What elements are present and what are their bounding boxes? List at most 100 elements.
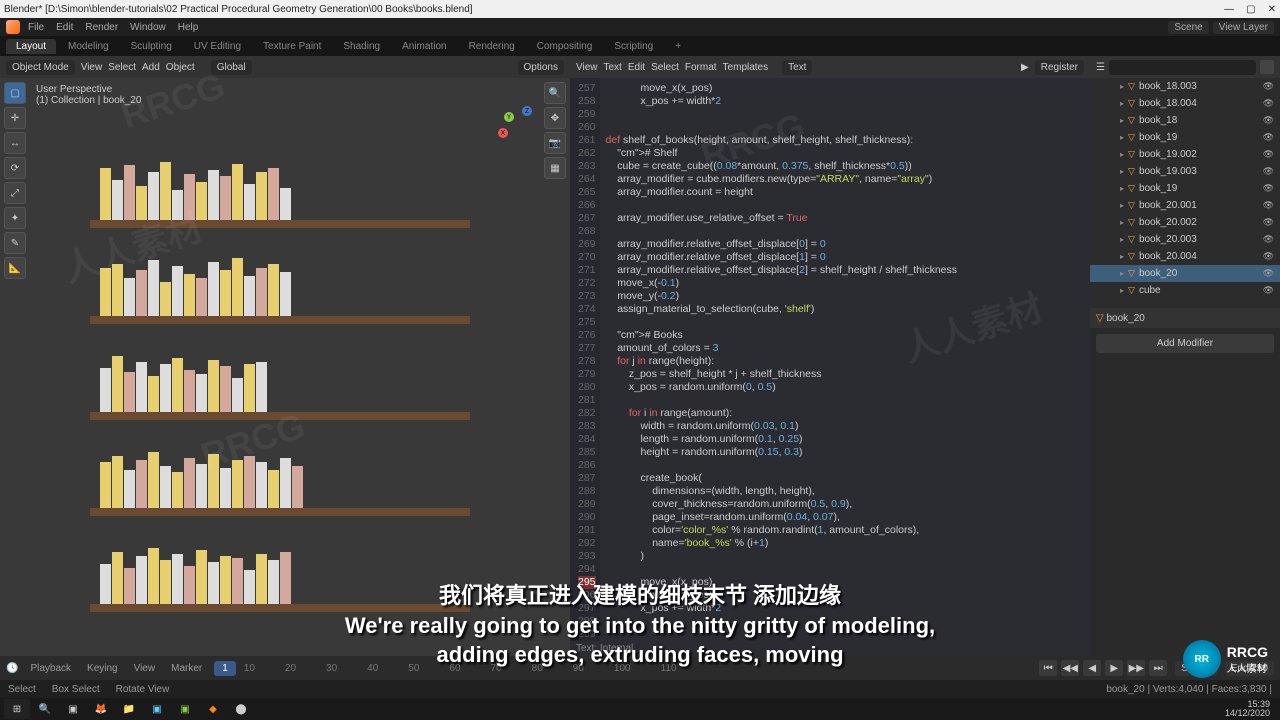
window-max-button[interactable]: ▢ bbox=[1246, 4, 1255, 15]
move-view-icon[interactable]: ✥ bbox=[544, 107, 566, 129]
outliner-item[interactable]: ▸▽book_18👁 bbox=[1090, 112, 1280, 129]
te-menu-select[interactable]: Select bbox=[651, 62, 679, 73]
outliner-item[interactable]: ▸▽book_19.003👁 bbox=[1090, 163, 1280, 180]
vp-menu-view[interactable]: View bbox=[81, 62, 103, 73]
3d-viewport[interactable]: User Perspective (1) Collection | book_2… bbox=[0, 78, 570, 656]
vp-menu-add[interactable]: Add bbox=[142, 62, 160, 73]
menu-file[interactable]: File bbox=[24, 21, 48, 34]
menu-help[interactable]: Help bbox=[174, 21, 203, 34]
axis-y-icon[interactable]: Y bbox=[504, 112, 514, 122]
app-icon-2[interactable]: ▣ bbox=[172, 699, 198, 719]
tab-rendering[interactable]: Rendering bbox=[459, 39, 525, 54]
persp-icon[interactable]: ▦ bbox=[544, 157, 566, 179]
start-button[interactable]: ⊞ bbox=[4, 699, 30, 719]
te-menu-edit[interactable]: Edit bbox=[628, 62, 645, 73]
te-menu-format[interactable]: Format bbox=[685, 62, 717, 73]
orbit-gizmo[interactable]: X Y Z bbox=[498, 106, 540, 148]
outliner-item[interactable]: ▸▽book_19👁 bbox=[1090, 129, 1280, 146]
play-rev-button[interactable]: ◀ bbox=[1083, 660, 1101, 676]
axis-z-icon[interactable]: Z bbox=[522, 106, 532, 116]
menu-edit[interactable]: Edit bbox=[52, 21, 77, 34]
tool-rotate[interactable]: ⟳ bbox=[4, 157, 26, 179]
window-min-button[interactable]: — bbox=[1224, 4, 1234, 15]
outliner-item[interactable]: ▸▽cube👁 bbox=[1090, 282, 1280, 299]
vp-menu-select[interactable]: Select bbox=[108, 62, 136, 73]
tab-shading[interactable]: Shading bbox=[333, 39, 390, 54]
menu-render[interactable]: Render bbox=[81, 21, 122, 34]
outliner-tree[interactable]: ▸▽book_18.003👁▸▽book_18.004👁▸▽book_18👁▸▽… bbox=[1090, 78, 1280, 308]
viewport-options[interactable]: Options bbox=[518, 60, 564, 75]
outliner-search[interactable] bbox=[1109, 60, 1256, 75]
tl-menu-keying[interactable]: Keying bbox=[83, 662, 122, 675]
window-close-button[interactable]: ✕ bbox=[1268, 4, 1276, 15]
tl-menu-marker[interactable]: Marker bbox=[167, 662, 206, 675]
app-icon-1[interactable]: ▣ bbox=[144, 699, 170, 719]
viewport-header: Object Mode View Select Add Object Globa… bbox=[0, 56, 570, 78]
te-menu-templates[interactable]: Templates bbox=[723, 62, 769, 73]
taskview-icon[interactable]: ▣ bbox=[60, 699, 86, 719]
tab-texturepaint[interactable]: Texture Paint bbox=[253, 39, 331, 54]
tool-cursor[interactable]: ✛ bbox=[4, 107, 26, 129]
tool-annotate[interactable]: ✎ bbox=[4, 232, 26, 254]
text-footer: Text: Internal bbox=[570, 641, 1090, 656]
outliner-item[interactable]: ▸▽book_20👁 bbox=[1090, 265, 1280, 282]
te-menu-text[interactable]: Text bbox=[604, 62, 622, 73]
taskbar-clock[interactable]: 15:39 14/12/2020 bbox=[1219, 700, 1276, 718]
tl-menu-playback[interactable]: Playback bbox=[26, 662, 75, 675]
current-frame[interactable]: 1 bbox=[214, 661, 236, 676]
next-key-button[interactable]: ▶▶ bbox=[1127, 660, 1145, 676]
obs-icon[interactable]: ⬤ bbox=[228, 699, 254, 719]
tab-layout[interactable]: Layout bbox=[6, 39, 56, 54]
explorer-icon[interactable]: 📁 bbox=[116, 699, 142, 719]
filter-icon[interactable] bbox=[1260, 60, 1274, 74]
outliner-item[interactable]: ▸▽book_20.004👁 bbox=[1090, 248, 1280, 265]
jump-start-button[interactable]: ⏮ bbox=[1039, 660, 1057, 676]
tl-menu-view[interactable]: View bbox=[130, 662, 160, 675]
firefox-icon[interactable]: 🦊 bbox=[88, 699, 114, 719]
tab-modeling[interactable]: Modeling bbox=[58, 39, 119, 54]
tab-sculpting[interactable]: Sculpting bbox=[121, 39, 182, 54]
scene-field[interactable]: Scene bbox=[1168, 21, 1208, 34]
jump-end-button[interactable]: ⏭ bbox=[1149, 660, 1167, 676]
code-content[interactable]: move_x(x_pos) x_pos += width*2 def shelf… bbox=[600, 78, 963, 641]
tool-move[interactable]: ↔ bbox=[4, 132, 26, 154]
outliner-item[interactable]: ▸▽book_20.001👁 bbox=[1090, 197, 1280, 214]
status-select: Select bbox=[8, 684, 36, 695]
mode-selector[interactable]: Object Mode bbox=[6, 60, 75, 75]
outliner-item[interactable]: ▸▽book_18.003👁 bbox=[1090, 78, 1280, 95]
outliner-item[interactable]: ▸▽book_18.004👁 bbox=[1090, 95, 1280, 112]
axis-x-icon[interactable]: X bbox=[498, 128, 508, 138]
orientation-selector[interactable]: Global bbox=[211, 60, 252, 75]
search-icon[interactable]: 🔍 bbox=[32, 699, 58, 719]
tab-uvediting[interactable]: UV Editing bbox=[184, 39, 251, 54]
outliner-item[interactable]: ▸▽book_19👁 bbox=[1090, 180, 1280, 197]
outliner-item[interactable]: ▸▽book_19.002👁 bbox=[1090, 146, 1280, 163]
te-register[interactable]: Register bbox=[1035, 60, 1084, 75]
outliner-item[interactable]: ▸▽book_20.002👁 bbox=[1090, 214, 1280, 231]
add-modifier-button[interactable]: Add Modifier bbox=[1096, 334, 1274, 353]
text-datablock[interactable]: Text bbox=[782, 60, 812, 75]
play-button[interactable]: ▶ bbox=[1105, 660, 1123, 676]
blender-icon[interactable] bbox=[6, 20, 20, 34]
camera-icon[interactable]: 📷 bbox=[544, 132, 566, 154]
code-editor[interactable]: 2572582592602612622632642652662672682692… bbox=[570, 78, 1090, 641]
tab-scripting[interactable]: Scripting bbox=[604, 39, 663, 54]
zoom-icon[interactable]: 🔍 bbox=[544, 82, 566, 104]
vp-menu-object[interactable]: Object bbox=[166, 62, 195, 73]
timeline-icon[interactable]: 🕓 bbox=[6, 663, 18, 674]
viewlayer-field[interactable]: View Layer bbox=[1213, 21, 1274, 34]
te-menu-view[interactable]: View bbox=[576, 62, 598, 73]
outliner-item[interactable]: ▸▽book_20.003👁 bbox=[1090, 231, 1280, 248]
tab-add[interactable]: + bbox=[665, 39, 691, 54]
tab-compositing[interactable]: Compositing bbox=[527, 39, 603, 54]
tool-scale[interactable]: ⤢ bbox=[4, 182, 26, 204]
te-run-icon[interactable]: ▶ bbox=[1021, 62, 1029, 73]
menu-window[interactable]: Window bbox=[126, 21, 170, 34]
tool-transform[interactable]: ✦ bbox=[4, 207, 26, 229]
tool-select[interactable]: ▢ bbox=[4, 82, 26, 104]
prev-key-button[interactable]: ◀◀ bbox=[1061, 660, 1079, 676]
tool-measure[interactable]: 📐 bbox=[4, 257, 26, 279]
tab-animation[interactable]: Animation bbox=[392, 39, 456, 54]
blender-task-icon[interactable]: ◆ bbox=[200, 699, 226, 719]
timeline-ruler[interactable]: 102030405060708090100110 bbox=[244, 663, 1031, 674]
